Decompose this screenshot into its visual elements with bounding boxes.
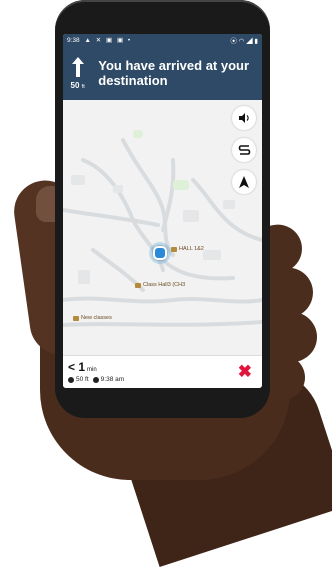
status-left: 9:38 ▲ ✕ ▣ ▣ • [67,36,133,44]
instruction-text: You have arrived at your destination [98,58,250,88]
eta: < 1 min [68,360,97,374]
arrival-time: 9:38 am [100,376,125,383]
remaining-distance: 50 ft [76,376,89,383]
volume-button[interactable] [232,106,256,130]
maneuver-distance: 50 ft [71,81,85,90]
location-icon: ⦿ [230,38,237,45]
navigation-icon: ▲ [84,37,91,44]
user-location-marker [149,242,171,264]
route-overview-button[interactable] [232,138,256,162]
poi-hall-1-2[interactable]: HALL 1&2 [171,246,204,252]
dot-icon: • [127,37,131,44]
poi-new-classes[interactable]: New classes [73,315,112,321]
x-icon: ✕ [95,37,102,44]
trip-details: 50 ft 9:38 am [68,376,124,383]
poi-class-hall-3[interactable]: Class Hall3 (CH3 [135,282,185,288]
volume-icon [239,113,249,123]
map-view[interactable]: HALL 1&2 Class Hall3 (CH3 New classes [63,100,262,355]
building-icon [171,246,177,252]
distance-unit: ft [81,84,85,90]
instruction-card: 50 ft You have arrived at your destinati… [63,46,262,100]
maneuver: 50 ft [63,46,92,100]
route-icon [238,145,250,155]
phone-screen: 9:38 ▲ ✕ ▣ ▣ • ⦿ ◠ ◢ ▮ 50 ft You have ar… [63,34,262,388]
status-time: 9:38 [67,37,80,44]
battery-icon: ▮ [254,38,258,45]
location-dot-icon [153,246,167,260]
compass-button[interactable] [232,170,256,194]
app-icon: ▣ [105,37,113,44]
eta-value: 1 [78,360,86,374]
app-icon: ▣ [116,37,124,44]
clock-icon [92,376,99,383]
status-right: ⦿ ◠ ◢ ▮ [230,35,258,45]
arrow-up-icon [71,57,84,77]
building-icon [135,282,141,288]
poi-label: New classes [81,315,112,321]
eta-unit: min [87,367,97,373]
trip-summary: < 1 min 50 ft 9:38 am ✖ [63,355,262,388]
wifi-icon: ◠ [238,38,245,45]
end-navigation-button[interactable]: ✖ [238,363,252,381]
status-bar: 9:38 ▲ ✕ ▣ ▣ • ⦿ ◠ ◢ ▮ [63,34,262,46]
signal-icon: ◢ [246,38,253,45]
distance-value: 50 [70,81,80,90]
poi-label: HALL 1&2 [179,246,204,252]
building-icon [73,315,79,321]
eta-prefix: < [68,360,76,374]
poi-label: Class Hall3 (CH3 [143,282,186,288]
compass-icon [239,176,249,188]
pin-icon [68,376,74,383]
